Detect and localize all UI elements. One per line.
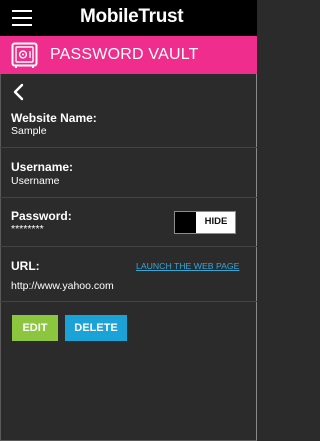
divider (0, 246, 257, 247)
password-label: Password: (11, 209, 72, 223)
url-value: http://www.yahoo.com (11, 280, 114, 292)
divider (0, 147, 257, 148)
top-bar: MobileTrust (0, 0, 257, 36)
username-value: Username (11, 175, 60, 187)
launch-web-page-link[interactable]: LAUNCH THE WEB PAGE (136, 261, 239, 271)
section-title: PASSWORD VAULT (50, 46, 199, 63)
username-label: Username: (11, 160, 74, 174)
toggle-label: HIDE (204, 216, 228, 227)
divider (0, 197, 257, 198)
divider (0, 301, 257, 302)
password-value: ******** (11, 223, 44, 235)
hamburger-menu-icon[interactable] (12, 10, 32, 26)
toggle-knob (175, 212, 196, 233)
website-name-label: Website Name: (11, 111, 97, 125)
delete-button[interactable]: DELETE (65, 315, 127, 341)
back-arrow-icon[interactable] (11, 82, 27, 102)
website-name-value: Sample (11, 125, 47, 137)
hide-password-toggle[interactable]: HIDE (174, 211, 236, 234)
safe-icon (11, 42, 38, 68)
url-label: URL: (11, 259, 40, 273)
edit-button[interactable]: EDIT (12, 315, 58, 341)
brand-title: MobileTrust (80, 6, 184, 27)
section-header: PASSWORD VAULT (0, 36, 257, 74)
